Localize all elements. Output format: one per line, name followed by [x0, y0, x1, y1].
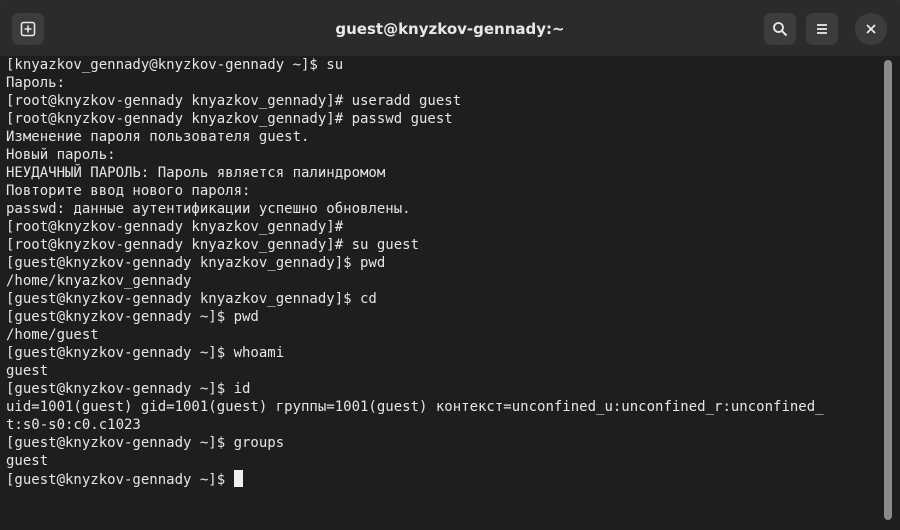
terminal-line: [root@knyzkov-gennady knyazkov_gennady]#… [6, 237, 420, 253]
terminal-lines: [knyazkov_gennady@knyzkov-gennady ~]$ su… [6, 56, 824, 488]
terminal-line: t:s0-s0:c0.c1023 [6, 417, 141, 433]
terminal-line: [guest@knyzkov-gennady ~]$ groups [6, 435, 285, 451]
terminal-output[interactable]: [knyazkov_gennady@knyzkov-gennady ~]$ su… [0, 56, 878, 530]
terminal-line: [guest@knyzkov-gennady ~]$ id [6, 381, 251, 397]
terminal-line: guest [6, 363, 49, 379]
scrollbar-thumb[interactable] [884, 60, 892, 520]
terminal-line: uid=1001(guest) gid=1001(guest) группы=1… [6, 399, 824, 415]
terminal-line: Повторите ввод нового пароля: [6, 183, 251, 199]
terminal-line: [knyazkov_gennady@knyzkov-gennady ~]$ su [6, 57, 344, 73]
window-title: guest@knyzkov-gennady:~ [335, 20, 565, 38]
terminal-line: passwd: данные аутентификации успешно об… [6, 201, 411, 217]
terminal-line: [root@knyzkov-gennady knyazkov_gennady]# [6, 219, 344, 235]
search-icon [773, 22, 788, 37]
menu-button[interactable] [806, 13, 838, 45]
new-tab-icon [20, 21, 36, 37]
close-icon [866, 24, 876, 34]
terminal-window: guest@knyzkov-gennady:~ [knyazkov_gennad… [0, 0, 900, 530]
terminal-line: [guest@knyzkov-gennady ~]$ pwd [6, 309, 259, 325]
terminal-line: Изменение пароля пользователя guest. [6, 129, 310, 145]
terminal-line: Пароль: [6, 75, 66, 91]
search-button[interactable] [764, 13, 796, 45]
terminal-line: [guest@knyzkov-gennady knyazkov_gennady]… [6, 255, 386, 271]
text-cursor [233, 470, 243, 487]
terminal-line: [guest@knyzkov-gennady ~]$ whoami [6, 345, 285, 361]
close-button[interactable] [855, 13, 887, 45]
terminal-prompt-line: [guest@knyzkov-gennady ~]$ [6, 470, 824, 488]
terminal-line: /home/knyazkov_gennady [6, 273, 192, 289]
terminal-prompt: [guest@knyzkov-gennady ~]$ [6, 472, 234, 488]
terminal-line: [guest@knyzkov-gennady knyazkov_gennady]… [6, 291, 377, 307]
terminal-line: /home/guest [6, 327, 99, 343]
terminal-line: НЕУДАЧНЫЙ ПАРОЛЬ: Пароль является палинд… [6, 165, 386, 181]
title-bar: guest@knyzkov-gennady:~ [0, 0, 900, 57]
scrollbar[interactable] [878, 56, 900, 530]
terminal-line: Новый пароль: [6, 147, 116, 163]
terminal-line: [root@knyzkov-gennady knyazkov_gennady]#… [6, 111, 453, 127]
new-tab-button[interactable] [12, 13, 44, 45]
hamburger-menu-icon [817, 24, 827, 34]
terminal-line: [root@knyzkov-gennady knyazkov_gennady]#… [6, 93, 462, 109]
terminal-line: guest [6, 453, 49, 469]
